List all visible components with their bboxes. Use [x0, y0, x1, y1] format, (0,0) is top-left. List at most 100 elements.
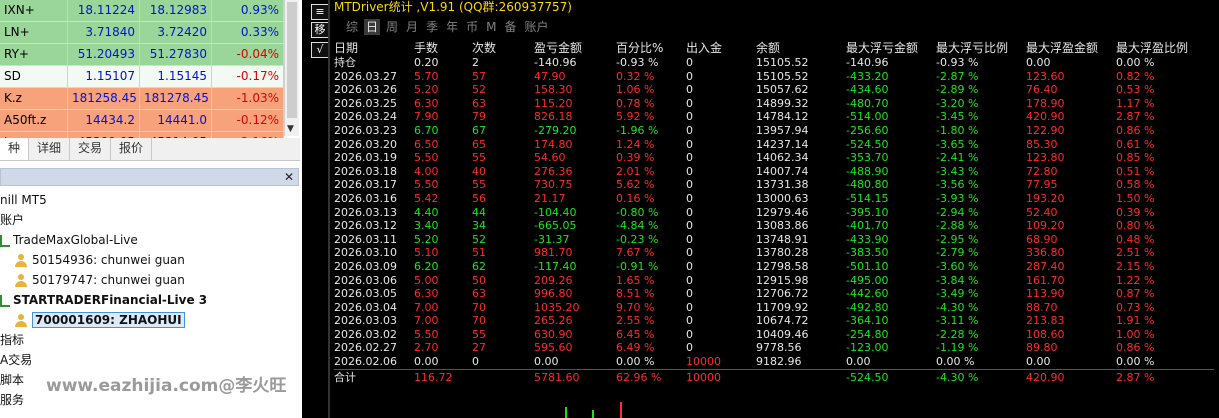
- tree-node[interactable]: 脚本: [0, 370, 24, 390]
- quote-bid: 14434.2: [68, 110, 140, 131]
- stats-cell: 0: [686, 232, 693, 246]
- stats-cell: 15057.62: [756, 83, 809, 97]
- stats-cell: 0: [686, 287, 693, 301]
- server-node[interactable]: STARTRADERFinancial-Live 3: [0, 290, 207, 310]
- tree-node[interactable]: A交易: [0, 350, 32, 370]
- quote-row[interactable]: RY+ 51.20493 51.27830 -0.04%: [0, 44, 284, 66]
- tree-node-label: 50154936: chunwei guan: [32, 253, 185, 267]
- scroll-down-icon[interactable]: ▼: [287, 124, 294, 134]
- period-tab[interactable]: 综: [344, 19, 360, 35]
- stats-cell: -514.00: [846, 110, 889, 124]
- stats-cell: 出入金: [686, 41, 723, 55]
- quote-change: -0.12%: [212, 110, 284, 131]
- quote-symbol: IXN+: [0, 0, 68, 21]
- stats-cell: 0: [686, 137, 693, 151]
- stats-cell: 10674.72: [756, 314, 809, 328]
- stats-cell: 14237.14: [756, 137, 809, 151]
- period-tab[interactable]: 日: [364, 19, 381, 35]
- stats-cell: 6.30: [414, 96, 439, 110]
- stats-cell: 0: [686, 96, 693, 110]
- quote-row[interactable]: SD 1.15107 1.15145 -0.17%: [0, 66, 284, 88]
- stats-cell: 2026.03.27: [334, 69, 397, 83]
- quote-row[interactable]: IXN+ 18.11224 18.12983 0.93%: [0, 0, 284, 22]
- tab-3[interactable]: 报价: [111, 138, 153, 160]
- tree-node[interactable]: 账户: [0, 210, 24, 230]
- chart-window: ≡ 移 √ MTDriver统计 ,V1.91 (QQ群:260937757) …: [302, 0, 1219, 418]
- stats-cell: 13083.86: [756, 219, 809, 233]
- stats-cell: 次数: [472, 41, 497, 55]
- check-button[interactable]: √: [311, 42, 329, 58]
- tree-node[interactable]: 服务: [0, 390, 24, 410]
- stats-cell: -4.30 %: [936, 300, 979, 314]
- stats-cell: -2.88 %: [936, 219, 979, 233]
- close-icon[interactable]: ✕: [284, 169, 294, 185]
- menu-icon[interactable]: ≡: [311, 4, 329, 20]
- quote-row[interactable]: K.z 181258.45 181278.45 -1.03%: [0, 88, 284, 110]
- stats-cell: 0: [686, 56, 693, 69]
- period-tab[interactable]: 备: [502, 19, 518, 35]
- stats-cell: 2026.03.05: [334, 287, 397, 301]
- stats-cell: 5.62 %: [616, 178, 655, 192]
- market-watch-scrollbar[interactable]: ▼: [284, 0, 299, 136]
- tab-0[interactable]: 种: [0, 138, 30, 160]
- period-tab[interactable]: 币: [464, 19, 480, 35]
- stats-cell: 6.70: [414, 123, 439, 137]
- scrollbar-thumb[interactable]: [287, 2, 297, 118]
- period-tab[interactable]: M: [484, 19, 498, 35]
- stats-cell: 最大浮亏金额: [846, 41, 919, 55]
- stats-cell: -353.70: [846, 151, 889, 165]
- account-node[interactable]: 50179747: chunwei guan: [14, 270, 185, 290]
- tree-node[interactable]: nill MT5: [0, 190, 47, 210]
- stats-cell: 420.90: [1026, 368, 1116, 386]
- stats-cell: 62.96 %: [616, 368, 686, 386]
- stats-cell: [756, 368, 846, 386]
- stats-cell: 52: [472, 83, 486, 97]
- stats-cell: 89.80: [1026, 341, 1058, 355]
- quote-ask: 181278.45: [140, 88, 212, 109]
- tab-1[interactable]: 详细: [29, 138, 71, 160]
- stats-cell: 10000: [686, 355, 721, 369]
- period-tab[interactable]: 账户: [522, 19, 550, 35]
- period-tab[interactable]: 月: [404, 19, 420, 35]
- stats-cell: 630.90: [534, 327, 573, 341]
- account-node[interactable]: 50154936: chunwei guan: [14, 250, 185, 270]
- stats-cell: 44: [472, 205, 486, 219]
- stats-total-row: 合计 116.72 5781.60 62.96 % 10000 -524.50 -4.30 …: [334, 368, 1214, 386]
- stats-cell: -2.89 %: [936, 83, 979, 97]
- stats-cell: 11709.92: [756, 300, 809, 314]
- quote-row[interactable]: LN+ 3.71840 3.72420 0.33%: [0, 22, 284, 44]
- stats-row: 2026.03.24 7.90 79 826.18 5.92 % 0 14784.12 -51…: [334, 110, 1214, 124]
- account-node[interactable]: 700001609: ZHAOHUI: [14, 310, 185, 330]
- period-tab[interactable]: 周: [384, 19, 400, 35]
- stats-cell: -4.84 %: [616, 219, 659, 233]
- stats-cell: 2.01 %: [616, 164, 655, 178]
- quote-row[interactable]: A50ft.z 14434.2 14441.0 -0.12%: [0, 110, 284, 132]
- stats-cell: -140.96: [846, 56, 889, 69]
- stats-cell: -2.95 %: [936, 232, 979, 246]
- stats-cell: -3.49 %: [936, 287, 979, 301]
- stats-cell: 213.83: [1026, 314, 1065, 328]
- stats-cell: 持仓: [334, 56, 356, 69]
- stats-cell: -2.79 %: [936, 246, 979, 260]
- server-node[interactable]: TradeMaxGlobal-Live: [0, 230, 138, 250]
- period-tab[interactable]: 季: [424, 19, 440, 35]
- period-tab[interactable]: 年: [444, 19, 460, 35]
- stats-cell: 0: [686, 273, 693, 287]
- stats-cell: 最大浮亏比例: [936, 41, 1009, 55]
- stats-cell: 0.48 %: [1116, 232, 1155, 246]
- stats-cell: 0: [686, 83, 693, 97]
- stats-cell: 88.70: [1026, 300, 1058, 314]
- stats-cell: 13957.94: [756, 123, 809, 137]
- tab-2[interactable]: 交易: [70, 138, 112, 160]
- tree-node[interactable]: 指标: [0, 330, 24, 350]
- stats-cell: 2026.02.27: [334, 341, 397, 355]
- stats-cell: 2026.03.12: [334, 219, 397, 233]
- stats-cell: 8.51 %: [616, 287, 655, 301]
- stats-row: 2026.03.27 5.70 57 47.90 0.32 % 0 15105.52 -433…: [334, 70, 1214, 84]
- stats-cell: 5.50: [414, 327, 439, 341]
- stats-cell: 174.80: [534, 137, 573, 151]
- stats-cell: -3.93 %: [936, 191, 979, 205]
- move-button[interactable]: 移: [311, 22, 329, 38]
- stats-cell: 67: [472, 123, 486, 137]
- stats-cell: 113.90: [1026, 287, 1065, 301]
